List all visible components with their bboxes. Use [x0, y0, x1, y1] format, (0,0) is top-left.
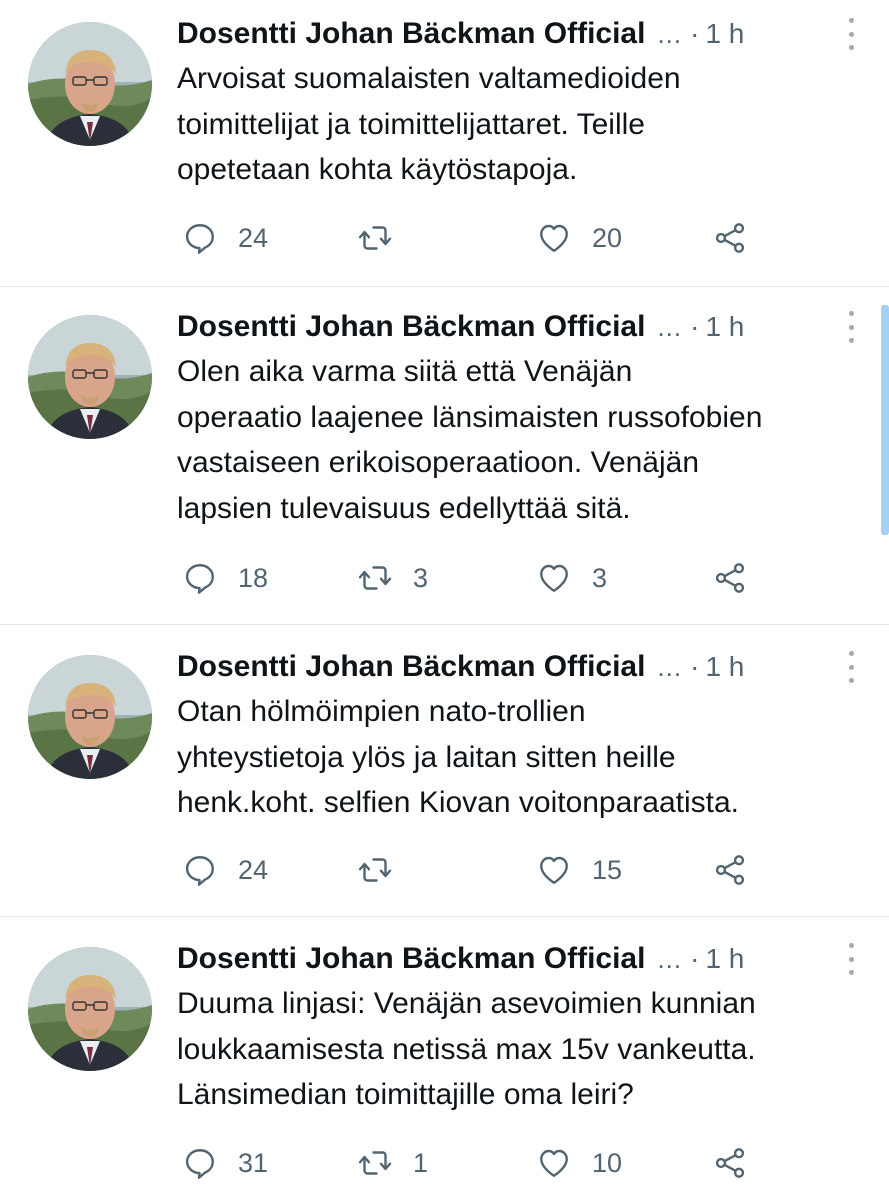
retweet-icon	[357, 220, 393, 256]
like-count: 20	[592, 222, 623, 253]
retweet-icon	[357, 852, 393, 888]
like-button[interactable]: 3	[536, 556, 607, 600]
author-name[interactable]: Dosentti Johan Bäckman Official	[177, 650, 645, 684]
retweet-icon	[357, 560, 393, 596]
share-button[interactable]	[712, 848, 748, 892]
divider	[0, 916, 889, 917]
divider	[0, 286, 889, 287]
reply-count: 31	[238, 1147, 269, 1178]
scrollbar[interactable]	[881, 305, 889, 535]
tweet-text: Arvoisat suomalaisten valtamedioiden toi…	[177, 62, 681, 186]
like-button[interactable]: 20	[536, 216, 622, 260]
retweet-button[interactable]	[357, 848, 413, 892]
reply-icon	[182, 1145, 218, 1181]
share-icon	[712, 1145, 748, 1181]
share-icon	[712, 852, 748, 888]
avatar[interactable]	[28, 655, 152, 779]
heart-icon	[536, 1145, 572, 1181]
share-icon	[712, 560, 748, 596]
name-ellipsis: ...	[657, 18, 683, 49]
author-name[interactable]: Dosentti Johan Bäckman Official	[177, 17, 645, 51]
avatar[interactable]	[28, 22, 152, 146]
reply-count: 18	[238, 562, 269, 593]
reply-icon	[182, 852, 218, 888]
heart-icon	[536, 220, 572, 256]
reply-button[interactable]: 18	[182, 556, 268, 600]
retweet-icon	[357, 1145, 393, 1181]
timestamp[interactable]: 1 h	[705, 651, 744, 683]
timestamp[interactable]: 1 h	[705, 311, 744, 343]
timestamp[interactable]: 1 h	[705, 18, 744, 50]
retweet-button[interactable]: 3	[357, 556, 428, 600]
heart-icon	[536, 560, 572, 596]
reply-count: 24	[238, 222, 269, 253]
like-button[interactable]: 10	[536, 1141, 622, 1185]
share-button[interactable]	[712, 216, 748, 260]
share-button[interactable]	[712, 1141, 748, 1185]
reply-icon	[182, 220, 218, 256]
retweet-button[interactable]	[357, 216, 413, 260]
author-name[interactable]: Dosentti Johan Bäckman Official	[177, 942, 645, 976]
avatar[interactable]	[28, 947, 152, 1071]
more-options-icon[interactable]	[843, 311, 859, 343]
more-options-icon[interactable]	[843, 943, 859, 975]
name-ellipsis: ...	[657, 651, 683, 682]
name-ellipsis: ...	[657, 311, 683, 342]
heart-icon	[536, 852, 572, 888]
share-icon	[712, 220, 748, 256]
separator: ·	[690, 651, 700, 682]
separator: ·	[690, 943, 700, 974]
more-options-icon[interactable]	[843, 651, 859, 683]
timestamp[interactable]: 1 h	[705, 943, 744, 975]
author-name[interactable]: Dosentti Johan Bäckman Official	[177, 310, 645, 344]
like-count: 10	[592, 1147, 623, 1178]
retweet-button[interactable]: 1	[357, 1141, 428, 1185]
separator: ·	[690, 311, 700, 342]
reply-icon	[182, 560, 218, 596]
name-ellipsis: ...	[657, 943, 683, 974]
divider	[0, 624, 889, 625]
tweet-text: Olen aika varma siitä että Venäjän opera…	[177, 355, 763, 525]
separator: ·	[690, 18, 700, 49]
like-count: 3	[592, 562, 608, 593]
reply-button[interactable]: 31	[182, 1141, 268, 1185]
tweet-text: Otan hölmöimpien nato-trollien yhteystie…	[177, 695, 740, 819]
like-button[interactable]: 15	[536, 848, 622, 892]
reply-button[interactable]: 24	[182, 848, 268, 892]
avatar[interactable]	[28, 315, 152, 439]
tweet-text: Duuma linjasi: Venäjän asevoimien kunnia…	[177, 987, 756, 1111]
more-options-icon[interactable]	[843, 18, 859, 50]
reply-button[interactable]: 24	[182, 216, 268, 260]
retweet-count: 1	[413, 1147, 429, 1178]
retweet-count: 3	[413, 562, 429, 593]
reply-count: 24	[238, 854, 269, 885]
share-button[interactable]	[712, 556, 748, 600]
like-count: 15	[592, 854, 623, 885]
